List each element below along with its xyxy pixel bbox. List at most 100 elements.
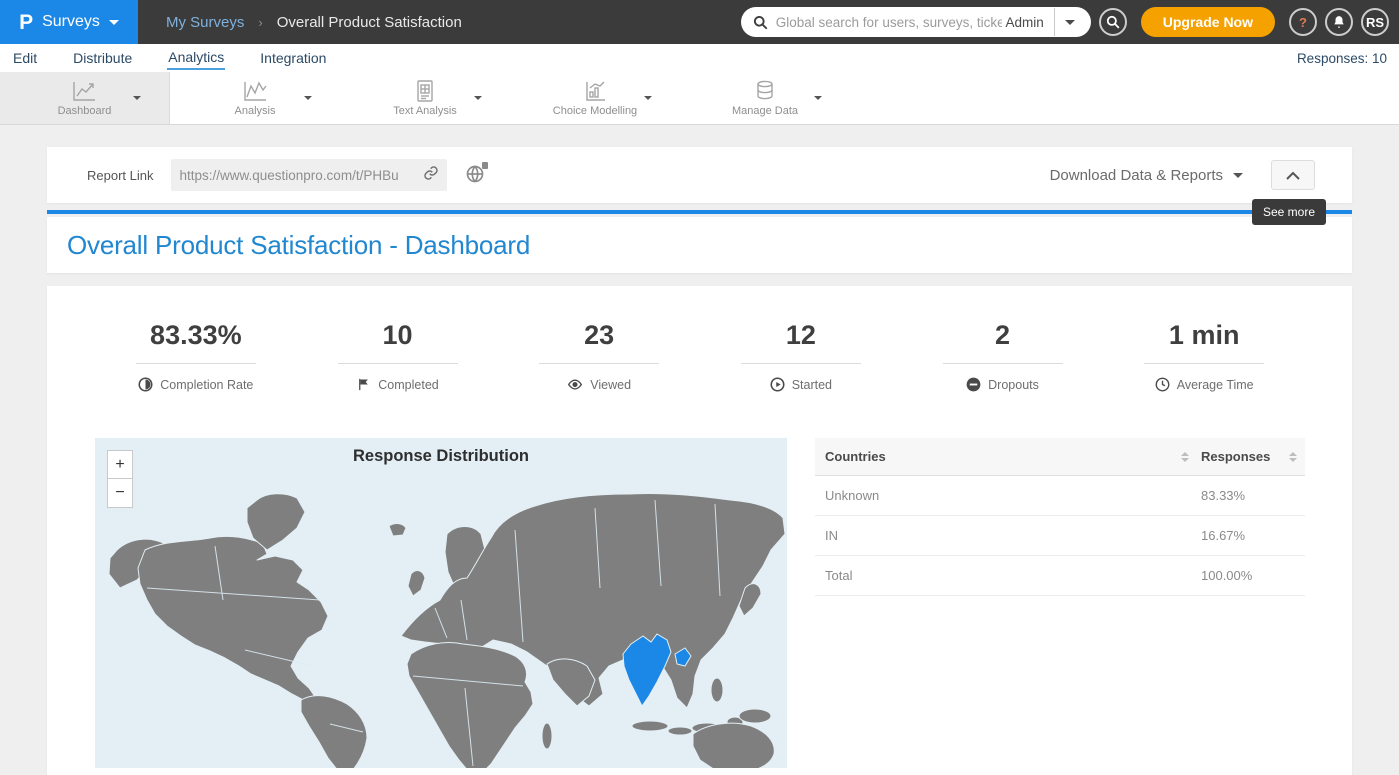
responses-column-header[interactable]: Responses xyxy=(1201,449,1270,464)
stat-divider xyxy=(943,363,1063,364)
toolbar-text-analysis[interactable]: Text Analysis xyxy=(340,72,510,124)
breadcrumb-my-surveys[interactable]: My Surveys xyxy=(166,14,244,31)
surveys-app-switcher[interactable]: P Surveys xyxy=(0,0,138,44)
country-cell: Unknown xyxy=(825,488,1201,503)
survey-subnav: Edit Distribute Analytics Integration Re… xyxy=(0,44,1399,72)
distribution-section: Response Distribution + − xyxy=(95,438,1305,768)
stat-value: 12 xyxy=(786,320,816,351)
database-icon xyxy=(754,80,776,102)
toolbar-label: Choice Modelling xyxy=(553,105,637,117)
search-scope-label: Admin xyxy=(1006,15,1044,30)
toolbar-label: Dashboard xyxy=(58,105,112,117)
toolbar-label: Analysis xyxy=(235,105,276,117)
report-link-bar: Report Link Download Data & Reports See … xyxy=(47,147,1352,203)
chevron-down-icon[interactable] xyxy=(1233,173,1243,178)
upgrade-now-button[interactable]: Upgrade Now xyxy=(1141,7,1275,37)
title-card: Overall Product Satisfaction - Dashboard xyxy=(47,217,1352,273)
zoom-in-button[interactable]: + xyxy=(107,450,133,479)
stat-divider xyxy=(1144,363,1264,364)
notifications-button[interactable] xyxy=(1325,8,1353,36)
country-cell: IN xyxy=(825,528,1201,543)
stat-value: 2 xyxy=(995,320,1010,351)
responses-count: Responses: 10 xyxy=(1297,51,1387,66)
analytics-toolbar: Dashboard Analysis Text Analysis Choice … xyxy=(0,72,1399,125)
search-icon xyxy=(753,15,768,30)
stat-completed: 10 Completed xyxy=(297,320,499,392)
stat-started: 12 Started xyxy=(700,320,902,392)
survey-stats: 83.33% Completion Rate 10 Completed 23 xyxy=(95,286,1305,392)
stat-label: Completed xyxy=(378,378,438,392)
zoom-out-button[interactable]: − xyxy=(107,479,133,508)
response-distribution-map[interactable]: Response Distribution + − xyxy=(95,438,787,768)
page-title: Overall Product Satisfaction - Dashboard xyxy=(67,230,530,261)
report-url-box xyxy=(171,159,447,191)
sort-icon[interactable] xyxy=(1181,452,1189,462)
scope-divider xyxy=(1054,8,1055,36)
questionpro-logo: P xyxy=(19,12,33,33)
report-visibility-button[interactable] xyxy=(465,164,485,187)
tab-edit[interactable]: Edit xyxy=(12,47,38,69)
sort-icon[interactable] xyxy=(1289,452,1297,462)
play-circle-icon xyxy=(770,377,785,392)
eye-icon xyxy=(567,377,583,392)
download-data-reports[interactable]: Download Data & Reports xyxy=(1050,167,1223,184)
search-input[interactable] xyxy=(776,15,1002,30)
responses-cell: 100.00% xyxy=(1201,568,1297,583)
search-button[interactable] xyxy=(1099,8,1127,36)
dashboard-card: 83.33% Completion Rate 10 Completed 23 xyxy=(47,286,1352,775)
global-search[interactable]: Admin xyxy=(741,7,1091,37)
countries-column-header[interactable]: Countries xyxy=(825,449,886,464)
toolbar-manage-data[interactable]: Manage Data xyxy=(680,72,850,124)
topbar: P Surveys My Surveys › Overall Product S… xyxy=(0,0,1399,44)
chevron-up-icon xyxy=(1286,171,1300,180)
breadcrumb-current: Overall Product Satisfaction xyxy=(277,14,462,31)
stat-label: Completion Rate xyxy=(160,378,253,392)
flag-icon xyxy=(356,377,371,392)
responses-cell: 83.33% xyxy=(1201,488,1297,503)
chevron-down-icon[interactable] xyxy=(814,96,822,100)
stat-value: 1 min xyxy=(1169,320,1240,351)
toolbar-analysis[interactable]: Analysis xyxy=(170,72,340,124)
toolbar-label: Manage Data xyxy=(732,105,798,117)
minus-circle-icon xyxy=(966,377,981,392)
stat-divider xyxy=(338,363,458,364)
toolbar-dashboard[interactable]: Dashboard xyxy=(0,72,170,124)
tab-integration[interactable]: Integration xyxy=(259,47,327,69)
report-url-input[interactable] xyxy=(179,168,419,183)
responses-cell: 16.67% xyxy=(1201,528,1297,543)
help-button[interactable]: ? xyxy=(1289,8,1317,36)
table-row: Unknown 83.33% xyxy=(815,476,1305,516)
collapse-toolbar-button[interactable] xyxy=(1271,160,1315,190)
chevron-down-icon[interactable] xyxy=(644,96,652,100)
search-icon xyxy=(1106,15,1120,29)
topbar-actions: Admin Upgrade Now ? RS xyxy=(741,0,1389,44)
stat-value: 23 xyxy=(584,320,614,351)
toolbar-label: Text Analysis xyxy=(393,105,457,117)
link-icon[interactable] xyxy=(423,165,439,186)
trend-chart-icon xyxy=(242,80,268,102)
chevron-down-icon[interactable] xyxy=(1065,20,1075,25)
clock-icon xyxy=(1155,377,1170,392)
stat-divider xyxy=(539,363,659,364)
stat-label: Viewed xyxy=(590,378,631,392)
text-document-icon xyxy=(415,80,435,102)
table-header: Countries Responses xyxy=(815,438,1305,476)
tab-analytics[interactable]: Analytics xyxy=(167,46,225,70)
stat-value: 83.33% xyxy=(150,320,242,351)
chevron-down-icon[interactable] xyxy=(133,96,141,100)
country-cell: Total xyxy=(825,568,1201,583)
table-row: Total 100.00% xyxy=(815,556,1305,596)
stat-divider xyxy=(741,363,861,364)
stat-divider xyxy=(136,363,256,364)
avatar[interactable]: RS xyxy=(1361,8,1389,36)
chevron-down-icon[interactable] xyxy=(474,96,482,100)
world-map[interactable] xyxy=(95,438,787,768)
breadcrumb-separator-icon: › xyxy=(258,15,262,30)
bell-icon xyxy=(1332,15,1346,29)
toolbar-choice-modelling[interactable]: Choice Modelling xyxy=(510,72,680,124)
avatar-initials: RS xyxy=(1366,15,1384,30)
chevron-down-icon[interactable] xyxy=(304,96,312,100)
stat-dropouts: 2 Dropouts xyxy=(902,320,1104,392)
stat-viewed: 23 Viewed xyxy=(498,320,700,392)
tab-distribute[interactable]: Distribute xyxy=(72,47,133,69)
